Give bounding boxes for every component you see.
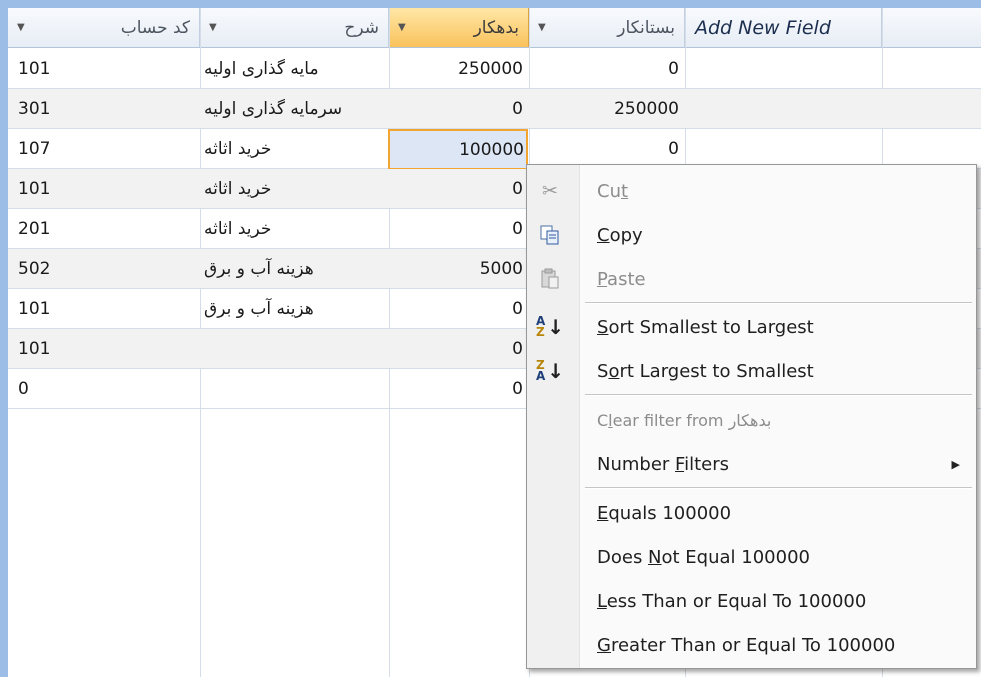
cell-debit[interactable]: 0 xyxy=(389,369,525,408)
column-header-description-label: شرح xyxy=(344,17,379,38)
cell-credit[interactable]: 250000 xyxy=(529,89,681,128)
column-header-credit-label: بستانکار xyxy=(617,17,675,38)
submenu-arrow-icon: ▶ xyxy=(951,457,960,471)
cell-debit[interactable]: 0 xyxy=(389,169,525,208)
cell-debit[interactable]: 0 xyxy=(389,209,525,248)
menu-separator xyxy=(585,302,972,304)
menu-item-clear-filter[interactable]: Clear filter from بدهکار xyxy=(527,398,976,442)
menu-item-does-not-equal[interactable]: Does Not Equal 100000 xyxy=(527,535,976,579)
scissors-icon: ✂ xyxy=(542,180,558,202)
menu-separator xyxy=(585,394,972,396)
menu-separator xyxy=(585,487,972,489)
dropdown-arrow-icon[interactable]: ▼ xyxy=(538,22,546,33)
cell-description[interactable]: هزینه آب و برق xyxy=(202,289,382,328)
selected-cell-debit[interactable]: 100000 xyxy=(388,129,528,170)
cell-description[interactable]: خرید اثاثه xyxy=(202,209,382,248)
cell-debit[interactable]: 0 xyxy=(389,289,525,328)
cell-debit[interactable]: 250000 xyxy=(389,49,525,88)
cell-description[interactable]: سرمایه گذاری اولیه xyxy=(202,89,382,128)
sort-z-a-icon: Z A ↓ xyxy=(535,358,565,383)
cell-credit[interactable]: 0 xyxy=(529,129,681,168)
selected-cell-value: 100000 xyxy=(459,139,524,160)
dropdown-arrow-icon[interactable]: ▼ xyxy=(17,22,25,33)
sort-a-z-icon: A Z ↓ xyxy=(535,314,565,339)
cell-credit[interactable]: 0 xyxy=(529,49,681,88)
menu-item-less-than-or-equal[interactable]: Less Than or Equal To 100000 xyxy=(527,579,976,623)
cell-code[interactable]: 107 xyxy=(18,129,193,168)
cell-description[interactable]: خرید اثاثه xyxy=(202,129,382,168)
cell-code[interactable]: 201 xyxy=(18,209,193,248)
cell-code[interactable]: 101 xyxy=(18,49,193,88)
menu-item-cut[interactable]: ✂ Cut xyxy=(527,169,976,213)
cell-code[interactable]: 502 xyxy=(18,249,193,288)
add-new-field-label: Add New Field xyxy=(695,16,831,39)
column-header-code[interactable]: ▼ کد حساب xyxy=(8,8,200,47)
copy-icon xyxy=(537,222,563,248)
column-header-debit[interactable]: ▼ بدهکار xyxy=(389,8,529,47)
cell-code[interactable]: 0 xyxy=(18,369,193,408)
column-header-row: ▼ کد حساب ▼ شرح ▼ بدهکار ▼ بستانکار Add … xyxy=(8,8,981,48)
cell-debit[interactable]: 0 xyxy=(389,329,525,368)
cell-description[interactable]: هزینه آب و برق xyxy=(202,249,382,288)
table-row[interactable]: 101 مایه گذاری اولیه 250000 0 xyxy=(8,49,981,89)
menu-item-equals[interactable]: Equals 100000 xyxy=(527,491,976,535)
cell-code[interactable]: 101 xyxy=(18,289,193,328)
menu-item-sort-descending[interactable]: Z A ↓ Sort Largest to Smallest xyxy=(527,349,976,393)
cell-code[interactable]: 101 xyxy=(18,169,193,208)
context-menu: ✂ Cut Copy Paste A Z ↓ Sort Smallest to … xyxy=(526,164,977,669)
table-row[interactable]: 301 سرمایه گذاری اولیه 0 250000 xyxy=(8,89,981,129)
menu-item-paste[interactable]: Paste xyxy=(527,257,976,301)
column-header-description[interactable]: ▼ شرح xyxy=(200,8,389,47)
menu-item-greater-than-or-equal[interactable]: Greater Than or Equal To 100000 xyxy=(527,623,976,667)
cell-code[interactable]: 301 xyxy=(18,89,193,128)
cell-debit[interactable]: 0 xyxy=(389,89,525,128)
cell-code[interactable]: 101 xyxy=(18,329,193,368)
dropdown-arrow-icon[interactable]: ▼ xyxy=(209,22,217,33)
column-header-debit-label: بدهکار xyxy=(473,17,519,38)
cell-description[interactable]: مایه گذاری اولیه xyxy=(202,49,382,88)
dropdown-arrow-icon[interactable]: ▼ xyxy=(398,22,406,33)
column-header-code-label: کد حساب xyxy=(120,17,190,38)
cell-description[interactable]: خرید اثاثه xyxy=(202,169,382,208)
menu-item-copy[interactable]: Copy xyxy=(527,213,976,257)
add-new-field-header[interactable]: Add New Field xyxy=(685,8,882,47)
menu-item-number-filters[interactable]: Number Filters ▶ xyxy=(527,442,976,486)
column-header-credit[interactable]: ▼ بستانکار xyxy=(529,8,685,47)
paste-icon xyxy=(537,266,563,292)
menu-item-sort-ascending[interactable]: A Z ↓ Sort Smallest to Largest xyxy=(527,305,976,349)
cell-debit[interactable]: 5000 xyxy=(389,249,525,288)
